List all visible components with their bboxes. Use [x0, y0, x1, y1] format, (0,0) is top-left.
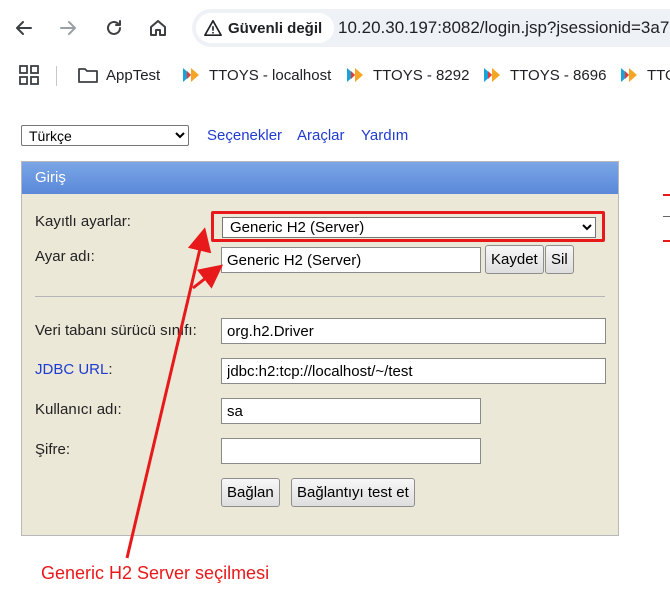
bookmark-ttoys-8292[interactable]: TTOYS - 8292 [345, 64, 469, 86]
bookmark-label: TTOYS - 8696 [510, 66, 607, 84]
reload-icon [107, 20, 121, 35]
home-button[interactable] [142, 12, 174, 44]
password-label: Şifre: [35, 441, 71, 458]
clipped-edge-marks [663, 194, 670, 242]
driver-class-label: Veri tabanı sürücü sınıfı: [35, 322, 197, 339]
forward-arrow-icon [60, 21, 76, 35]
bookmarks-bar: AppTest TTOYS - localhost TTOYS - 8292 T… [0, 56, 670, 96]
test-connection-button[interactable]: Bağlantıyı test et [291, 478, 415, 507]
bookmark-ttoys-8696[interactable]: TTOYS - 8696 [482, 64, 606, 86]
browser-toolbar: Güvenli değil 10.20.30.197:8082/login.js… [0, 0, 670, 56]
bookmark-tto[interactable]: TTO [619, 64, 670, 86]
ttoys-icon [347, 68, 363, 82]
page-content: Türkçe Seçenekler Araçlar Yardım Giriş K… [0, 96, 670, 607]
warning-icon [204, 19, 222, 37]
password-input[interactable] [221, 438, 481, 464]
ttoys-icon [484, 68, 500, 82]
username-input[interactable] [221, 398, 481, 424]
login-panel: Giriş Kayıtlı ayarlar: Generic H2 (Serve… [21, 161, 619, 536]
home-icon [150, 20, 166, 36]
save-setting-button[interactable]: Kaydet [485, 245, 544, 274]
saved-settings-label: Kayıtlı ayarlar: [35, 213, 131, 230]
bookmark-label: TTO [647, 66, 670, 84]
setting-name-input[interactable] [221, 247, 481, 273]
bookmark-label: TTOYS - 8292 [373, 66, 470, 84]
forward-button[interactable] [52, 12, 84, 44]
options-link[interactable]: Seçenekler [207, 127, 282, 144]
setting-name-label: Ayar adı: [35, 248, 95, 265]
jdbc-url-label-wrap: JDBC URL: [35, 361, 113, 378]
apps-grid-icon[interactable] [19, 65, 39, 85]
jdbc-url-colon: : [108, 361, 113, 378]
security-label: Güvenli değil [228, 19, 323, 37]
tools-link[interactable]: Araçlar [297, 127, 345, 144]
driver-class-input[interactable] [221, 318, 606, 344]
bookmark-label: AppTest [106, 66, 161, 84]
folder-icon [78, 68, 98, 83]
bookmark-apptest[interactable]: AppTest [78, 64, 160, 86]
annotation-caption: Generic H2 Server seçilmesi [41, 563, 270, 583]
bookmark-ttoys-localhost[interactable]: TTOYS - localhost [181, 64, 331, 86]
help-link[interactable]: Yardım [361, 127, 408, 144]
language-select[interactable]: Türkçe [21, 125, 189, 146]
jdbc-url-input[interactable] [221, 358, 606, 384]
ttoys-icon [183, 68, 199, 82]
jdbc-url-link[interactable]: JDBC URL [35, 361, 108, 378]
login-panel-header: Giriş [22, 162, 618, 194]
divider [35, 296, 605, 297]
delete-setting-button[interactable]: Sil [545, 245, 574, 274]
security-chip[interactable]: Güvenli değil [196, 13, 335, 43]
ttoys-icon [621, 68, 637, 82]
bookmark-label: TTOYS - localhost [209, 66, 332, 84]
reload-button[interactable] [98, 12, 130, 44]
connect-button[interactable]: Bağlan [221, 478, 280, 507]
address-bar[interactable]: Güvenli değil 10.20.30.197:8082/login.js… [192, 9, 670, 47]
saved-settings-select[interactable]: Generic H2 (Server) [222, 217, 596, 238]
url-text: 10.20.30.197:8082/login.jsp?jsessionid=3… [338, 18, 670, 37]
bookmarks-divider [56, 66, 57, 86]
username-label: Kullanıcı adı: [35, 401, 122, 418]
back-arrow-icon [16, 21, 32, 35]
back-button[interactable] [8, 12, 40, 44]
